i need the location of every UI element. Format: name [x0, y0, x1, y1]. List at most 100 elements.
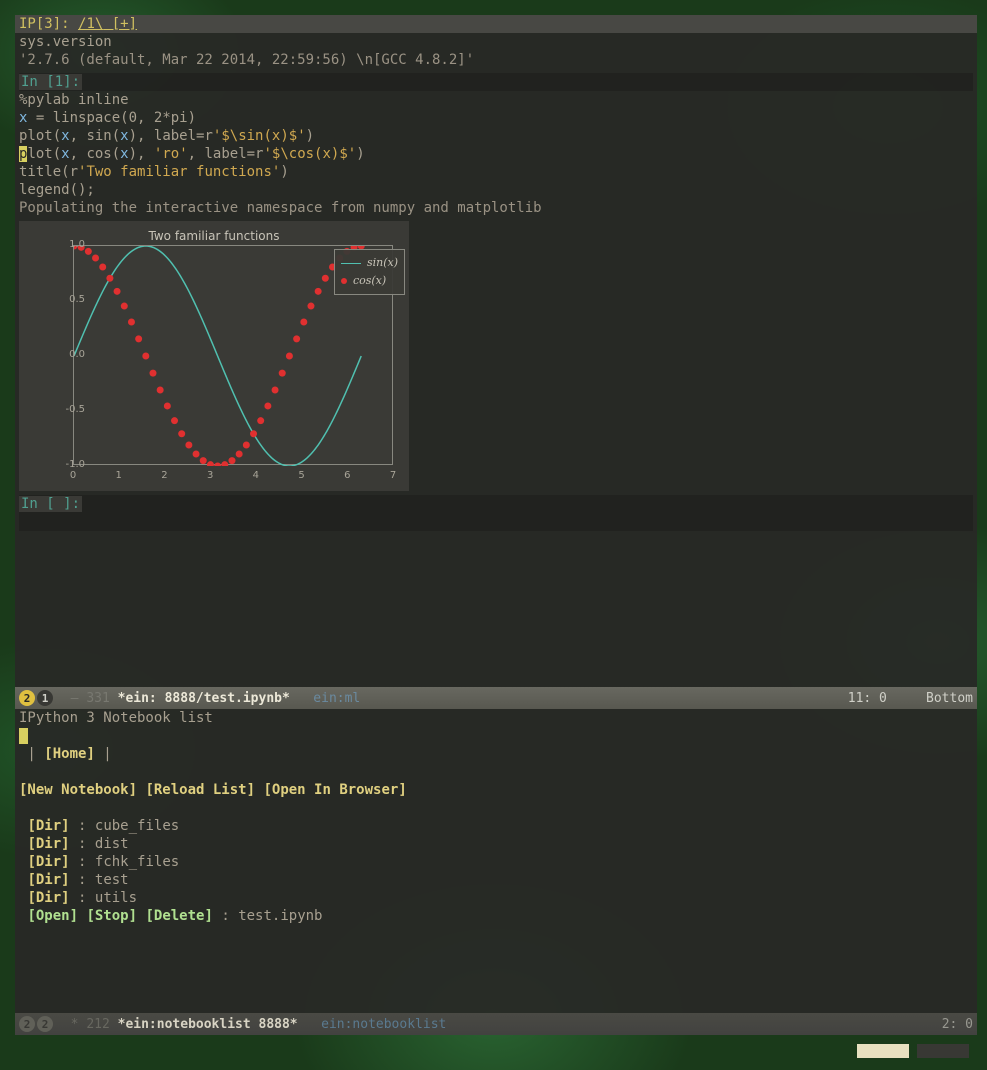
add-worksheet-button[interactable]: [+] [103, 16, 137, 32]
line-number: 212 [86, 1017, 117, 1032]
line-number: 331 [86, 691, 117, 706]
legend-dot-sample [341, 278, 347, 284]
cos-point [279, 370, 286, 377]
cos-point [250, 430, 257, 437]
cos-point [322, 275, 329, 282]
cos-point [135, 335, 142, 342]
cos-point [185, 441, 192, 448]
cos-point [315, 288, 322, 295]
cos-point [264, 402, 271, 409]
cos-point [221, 461, 228, 466]
input-prompt-empty: In [ ]: [19, 496, 82, 512]
xtick-label: 7 [390, 467, 396, 485]
xtick-label: 0 [70, 467, 76, 485]
cos-point [236, 451, 243, 458]
cos-point [257, 417, 264, 424]
code-line[interactable]: title(r'Two familiar functions') [19, 163, 973, 181]
xtick-label: 5 [298, 467, 304, 485]
input-prompt: In [1]: [19, 74, 82, 90]
cos-point [157, 386, 164, 393]
code-line[interactable]: %pylab inline [19, 91, 973, 109]
cos-point [85, 248, 92, 255]
notebook-pane[interactable]: IP[3]: /1\ [+] sys.version '2.7.6 (defau… [15, 15, 977, 687]
open-notebook-button[interactable]: [Open] [27, 908, 78, 924]
new-notebook-button[interactable]: [New Notebook] [19, 782, 137, 798]
cos-point [272, 386, 279, 393]
home-link[interactable]: [Home] [44, 746, 95, 762]
code-line[interactable]: plot(x, sin(x), label=r'$\sin(x)$') [19, 127, 973, 145]
buffer-name[interactable]: *ein: 8888/test.ipynb* [118, 691, 290, 706]
emacs-frame: IP[3]: /1\ [+] sys.version '2.7.6 (defau… [15, 15, 977, 1040]
output-line: '2.7.6 (default, Mar 22 2014, 22:59:56) … [19, 51, 973, 69]
cos-point [228, 457, 235, 464]
cos-point [106, 275, 113, 282]
notebook-filename: test.ipynb [238, 908, 322, 924]
major-mode: ein:notebooklist [298, 1017, 447, 1032]
modeline-top[interactable]: 2 1 — 331 *ein: 8888/test.ipynb* ein:ml … [15, 687, 977, 709]
dir-link[interactable]: [Dir] [27, 854, 69, 870]
cos-point [300, 319, 307, 326]
cell-output-top: sys.version '2.7.6 (default, Mar 22 2014… [15, 33, 977, 69]
delete-notebook-button[interactable]: [Delete] [145, 908, 212, 924]
cursor-position: 2: 0 [942, 1017, 973, 1032]
buffer-name[interactable]: *ein:notebooklist 8888* [118, 1017, 298, 1032]
major-mode: ein:ml [290, 691, 360, 706]
dir-link[interactable]: [Dir] [27, 836, 69, 852]
worksheet-tabs: IP[3]: /1\ [+] [15, 15, 977, 33]
scroll-position: Bottom [926, 691, 973, 706]
modeline-bottom[interactable]: 2 2 * 212 *ein:notebooklist 8888* ein:no… [15, 1013, 977, 1035]
code-line[interactable]: plot(x, cos(x), 'ro', label=r'$\cos(x)$'… [19, 145, 973, 163]
cos-point [293, 335, 300, 342]
cos-point [307, 303, 314, 310]
ytick-label: 0.0 [69, 346, 85, 364]
xtick-label: 1 [116, 467, 122, 485]
stop-notebook-button[interactable]: [Stop] [86, 908, 137, 924]
legend-line-sample [341, 263, 361, 264]
open-in-browser-button[interactable]: [Open In Browser] [263, 782, 406, 798]
reload-list-button[interactable]: [Reload List] [145, 782, 255, 798]
cos-point [121, 303, 128, 310]
cos-point [200, 457, 207, 464]
dir-name: dist [95, 836, 129, 852]
cos-point [92, 254, 99, 261]
xtick-label: 2 [161, 467, 167, 485]
active-worksheet-tab[interactable]: /1\ [78, 16, 103, 32]
ytick-label: -0.5 [65, 401, 85, 419]
code-line[interactable]: sys.version [19, 33, 973, 51]
legend-entry: cos(x) [341, 272, 398, 290]
notebooklist-title: IPython 3 Notebook list [19, 709, 973, 727]
state-badge: 2 [37, 1016, 53, 1032]
dir-entry: [Dir] : cube_files [19, 817, 973, 835]
matplotlib-plot: Two familiar functions -1.0-0.50.00.51.0… [19, 221, 409, 491]
dir-link[interactable]: [Dir] [27, 872, 69, 888]
indicator-box [917, 1044, 969, 1058]
code-line[interactable]: x = linspace(0, 2*pi) [19, 109, 973, 127]
cos-point [207, 461, 214, 466]
code-line[interactable]: legend(); [19, 181, 973, 199]
dir-name: fchk_files [95, 854, 179, 870]
cos-point [243, 441, 250, 448]
sin-curve [74, 246, 361, 466]
cursor-position: 11: 0 [848, 691, 887, 706]
dir-link[interactable]: [Dir] [27, 890, 69, 906]
ip-label: IP[3]: [19, 16, 78, 32]
dir-name: cube_files [95, 818, 179, 834]
cos-point [149, 370, 156, 377]
xtick-label: 4 [253, 467, 259, 485]
file-entry: [Open] [Stop] [Delete] : test.ipynb [19, 907, 973, 925]
cos-point [128, 319, 135, 326]
ytick-label: 1.0 [69, 236, 85, 254]
notebooklist-pane[interactable]: IPython 3 Notebook list | [Home] | [New … [15, 709, 977, 1013]
empty-cell-body[interactable] [19, 513, 973, 531]
legend-entry: sin(x) [341, 254, 398, 272]
taskbar-indicators [857, 1044, 969, 1058]
window-number-badge: 2 [19, 690, 35, 706]
cos-point [114, 288, 121, 295]
dir-link[interactable]: [Dir] [27, 818, 69, 834]
xtick-label: 3 [207, 467, 213, 485]
dir-entry: [Dir] : fchk_files [19, 853, 973, 871]
window-number-badge: 2 [19, 1016, 35, 1032]
cos-point [178, 430, 185, 437]
state-badge: 1 [37, 690, 53, 706]
cos-point [164, 402, 171, 409]
